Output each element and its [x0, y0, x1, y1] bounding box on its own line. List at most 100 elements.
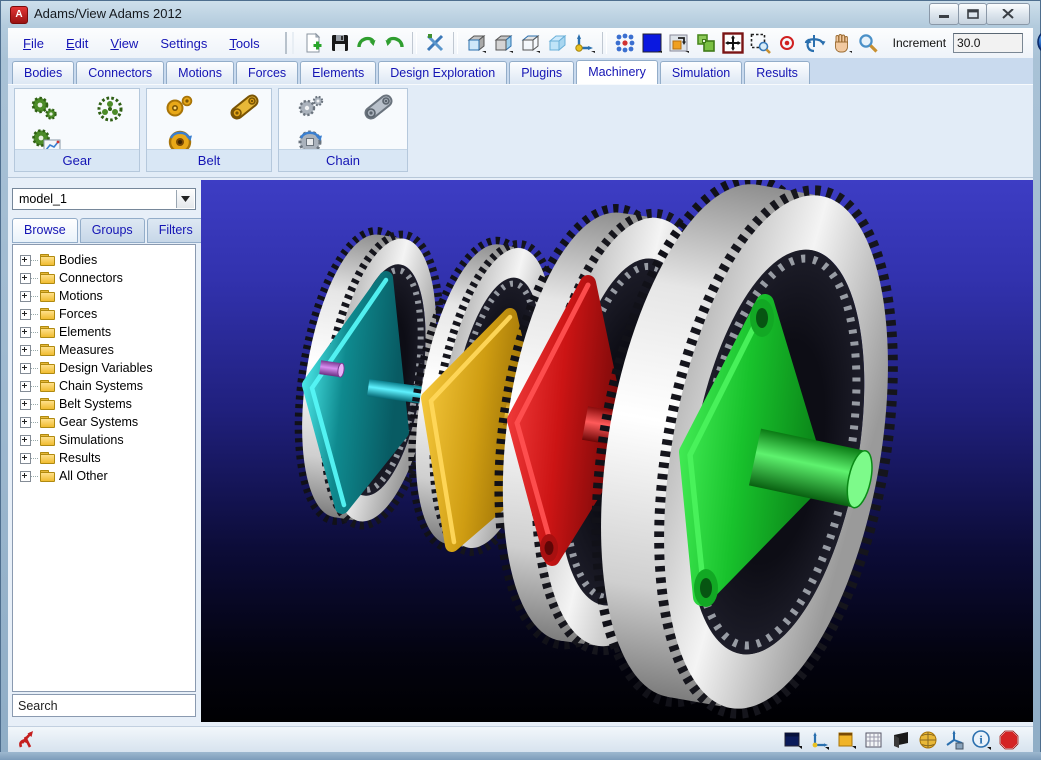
save-icon[interactable]	[328, 31, 352, 55]
redo-icon[interactable]	[355, 31, 379, 55]
sidebar-tab-filters[interactable]: Filters	[147, 218, 205, 243]
tree-item-chain-systems[interactable]: Chain Systems	[13, 377, 195, 395]
sidebar-tab-browse[interactable]: Browse	[12, 218, 78, 243]
tab-plugins[interactable]: Plugins	[509, 61, 574, 84]
view-orientation-icon[interactable]	[667, 31, 691, 55]
render-window-icon[interactable]	[783, 730, 803, 750]
app-icon[interactable]: A	[10, 6, 28, 24]
title-bar[interactable]: A Adams/View Adams 2012	[0, 0, 1041, 28]
maximize-button[interactable]	[958, 3, 987, 25]
chain-drive-icon[interactable]	[363, 93, 391, 121]
menu-file[interactable]: File	[14, 33, 53, 54]
chain-group-label[interactable]: Chain	[279, 149, 407, 171]
tree-item-forces[interactable]: Forces	[13, 305, 195, 323]
toolbar-grip[interactable]	[285, 32, 294, 54]
grid-toggle-icon[interactable]	[864, 730, 884, 750]
expander-icon[interactable]	[20, 255, 31, 266]
expander-icon[interactable]	[20, 453, 31, 464]
fit-to-view-icon[interactable]	[694, 31, 718, 55]
view-triad-toggle-icon[interactable]	[810, 730, 830, 750]
tree-item-elements[interactable]: Elements	[13, 323, 195, 341]
expander-icon[interactable]	[20, 471, 31, 482]
front-view-cube-icon[interactable]	[464, 31, 488, 55]
expander-icon[interactable]	[20, 381, 31, 392]
rotate-view-icon[interactable]	[802, 31, 826, 55]
close-button[interactable]	[986, 3, 1030, 25]
translate-view-icon[interactable]	[721, 31, 745, 55]
undo-icon[interactable]	[382, 31, 406, 55]
expander-icon[interactable]	[20, 399, 31, 410]
pan-view-icon[interactable]	[829, 31, 853, 55]
search-input[interactable]	[12, 694, 196, 717]
help-button[interactable]: ?	[1036, 28, 1041, 58]
expander-icon[interactable]	[20, 435, 31, 446]
gear-group-label[interactable]: Gear	[15, 149, 139, 171]
tab-connectors[interactable]: Connectors	[76, 61, 164, 84]
chevron-down-icon[interactable]	[176, 190, 194, 208]
tree-item-results[interactable]: Results	[13, 449, 195, 467]
new-model-icon[interactable]	[301, 31, 325, 55]
selection-tools-icon[interactable]	[423, 31, 447, 55]
folder-icon	[40, 380, 55, 392]
tree-item-motions[interactable]: Motions	[13, 287, 195, 305]
expander-icon[interactable]	[20, 363, 31, 374]
zoom-icon[interactable]	[856, 31, 880, 55]
interrupt-icon[interactable]	[16, 729, 38, 751]
folder-icon	[40, 470, 55, 482]
menu-view[interactable]: View	[101, 33, 147, 54]
pulley-pair-icon[interactable]	[165, 95, 193, 123]
perspective-icon[interactable]	[891, 730, 911, 750]
tree-item-simulations[interactable]: Simulations	[13, 431, 195, 449]
tab-bodies[interactable]: Bodies	[12, 61, 74, 84]
zoom-box-icon[interactable]	[748, 31, 772, 55]
node-snap-icon[interactable]	[613, 31, 637, 55]
menu-edit[interactable]: Edit	[57, 33, 97, 54]
tree-item-belt-systems[interactable]: Belt Systems	[13, 395, 195, 413]
tab-elements[interactable]: Elements	[300, 61, 376, 84]
tree-item-bodies[interactable]: Bodies	[13, 251, 195, 269]
minimize-button[interactable]	[929, 3, 959, 25]
tab-forces[interactable]: Forces	[236, 61, 298, 84]
gear-pair-icon[interactable]	[29, 95, 57, 123]
shaded-cube-icon[interactable]	[545, 31, 569, 55]
wireframe-cube-icon[interactable]	[518, 31, 542, 55]
info-icon[interactable]: i	[972, 730, 992, 750]
belt-drive-icon[interactable]	[229, 93, 257, 121]
sprocket-pair-icon[interactable]	[297, 95, 325, 123]
expander-icon[interactable]	[20, 327, 31, 338]
sidebar-tab-groups[interactable]: Groups	[80, 218, 145, 243]
tree-item-measures[interactable]: Measures	[13, 341, 195, 359]
menu-settings[interactable]: Settings	[151, 33, 216, 54]
increment-input[interactable]	[953, 33, 1023, 53]
iso-view-cube-icon[interactable]	[491, 31, 515, 55]
model-triad-icon[interactable]	[945, 730, 965, 750]
tree-item-all-other[interactable]: All Other	[13, 467, 195, 485]
menu-tools[interactable]: Tools	[220, 33, 268, 54]
expander-icon[interactable]	[20, 309, 31, 320]
tab-motions[interactable]: Motions	[166, 61, 234, 84]
viewport-3d[interactable]	[201, 180, 1033, 722]
tab-machinery[interactable]: Machinery	[576, 60, 658, 84]
tree-item-connectors[interactable]: Connectors	[13, 269, 195, 287]
working-grid-color-icon[interactable]	[837, 730, 857, 750]
background-color-icon[interactable]	[640, 31, 664, 55]
ribbon-group-gear: Gear	[14, 88, 140, 172]
expander-icon[interactable]	[20, 345, 31, 356]
tree-item-design-variables[interactable]: Design Variables	[13, 359, 195, 377]
toolbar-separator	[412, 32, 417, 54]
model-selector[interactable]: model_1	[12, 188, 196, 210]
tab-simulation[interactable]: Simulation	[660, 61, 742, 84]
stop-icon[interactable]	[999, 730, 1019, 750]
planetary-gear-icon[interactable]	[95, 95, 123, 123]
view-center-icon[interactable]	[775, 31, 799, 55]
tree-item-gear-systems[interactable]: Gear Systems	[13, 413, 195, 431]
expander-icon[interactable]	[20, 417, 31, 428]
render-mode-icon[interactable]	[918, 730, 938, 750]
tab-design-exploration[interactable]: Design Exploration	[378, 61, 507, 84]
expander-icon[interactable]	[20, 273, 31, 284]
expander-icon[interactable]	[20, 291, 31, 302]
tab-results[interactable]: Results	[744, 61, 810, 84]
belt-group-label[interactable]: Belt	[147, 149, 271, 171]
view-triad-icon[interactable]	[572, 31, 596, 55]
folder-icon	[40, 290, 55, 302]
